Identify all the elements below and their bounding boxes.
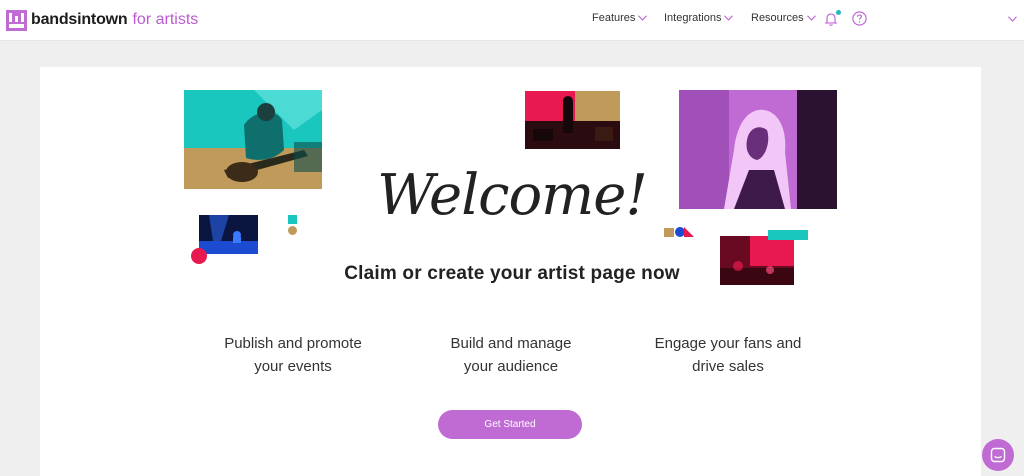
brand-name: bandsintown [31,11,128,28]
chat-launcher[interactable] [982,439,1014,471]
welcome-heading: Welcome! [377,163,648,228]
brand-suffix: for artists [132,11,199,28]
pink-circle-shape [191,248,207,264]
feature-build: Build and manage your audience [411,332,611,378]
nav-integrations-label: Integrations [664,12,722,24]
logo[interactable]: bandsintown for artists [6,8,198,32]
chevron-down-icon[interactable] [1008,16,1017,22]
chevron-down-icon [806,15,816,21]
feature-line: Publish and promote [224,335,362,352]
hero-subtitle: Claim or create your artist page now [344,263,680,284]
chevron-down-icon [638,15,648,21]
feature-line: Build and manage [450,335,572,352]
feature-engage: Engage your fans and drive sales [628,332,828,378]
bandsintown-logo-icon [6,9,27,31]
top-navigation-bar: bandsintown for artists Features Integra… [0,0,1024,41]
nav-integrations[interactable]: Integrations [664,12,734,24]
pink-triangle-shape [684,227,694,237]
feature-line: your events [254,358,332,375]
chat-icon [990,447,1006,463]
nav-resources[interactable]: Resources [751,12,816,24]
feature-publish: Publish and promote your events [193,332,393,378]
photo-red-stage [525,91,620,149]
feature-line: drive sales [692,358,764,375]
teal-bar-shape [768,230,808,240]
gold-square-shape [664,228,674,237]
notification-dot [836,10,841,15]
nav-features-label: Features [592,12,636,24]
get-started-button[interactable]: Get Started [438,410,582,439]
chevron-down-icon [724,15,734,21]
nav-resources-label: Resources [751,12,804,24]
feature-line: Engage your fans and [654,335,802,352]
feature-line: your audience [463,358,559,375]
help-icon[interactable] [852,11,867,26]
nav-features[interactable]: Features [592,12,648,24]
